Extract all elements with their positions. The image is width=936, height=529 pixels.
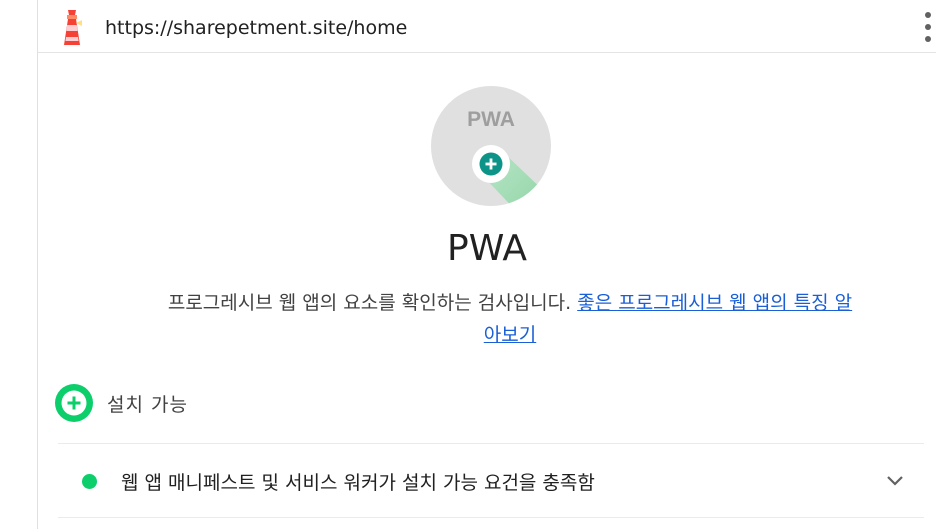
lighthouse-icon (64, 10, 82, 45)
more-vert-icon[interactable] (923, 12, 933, 42)
group-installable: 설치 가능 (54, 382, 188, 424)
divider (58, 443, 924, 444)
page-url: https://sharepetment.site/home (105, 17, 408, 39)
divider (58, 517, 924, 518)
category-description: 프로그레시브 웹 앱의 요소를 확인하는 검사입니다. 좋은 프로그레시브 웹 … (160, 287, 860, 351)
group-title: 설치 가능 (107, 393, 188, 416)
category-description-text: 프로그레시브 웹 앱의 요소를 확인하는 검사입니다. (167, 292, 572, 314)
installable-plus-icon (55, 384, 93, 422)
pwa-badge-text: PWA (467, 108, 515, 131)
report-topbar: https://sharepetment.site/home (38, 0, 936, 53)
category-title: PWA (447, 228, 527, 269)
chevron-down-icon[interactable] (886, 473, 904, 487)
audit-row-installable-manifest[interactable]: 웹 앱 매니페스트 및 서비스 워커가 설치 가능 요건을 충족함 (58, 445, 924, 517)
audit-title: 웹 앱 매니페스트 및 서비스 워커가 설치 가능 요건을 충족함 (121, 472, 595, 494)
pass-status-icon (82, 474, 97, 489)
pwa-badge-icon: PWA (431, 86, 551, 206)
